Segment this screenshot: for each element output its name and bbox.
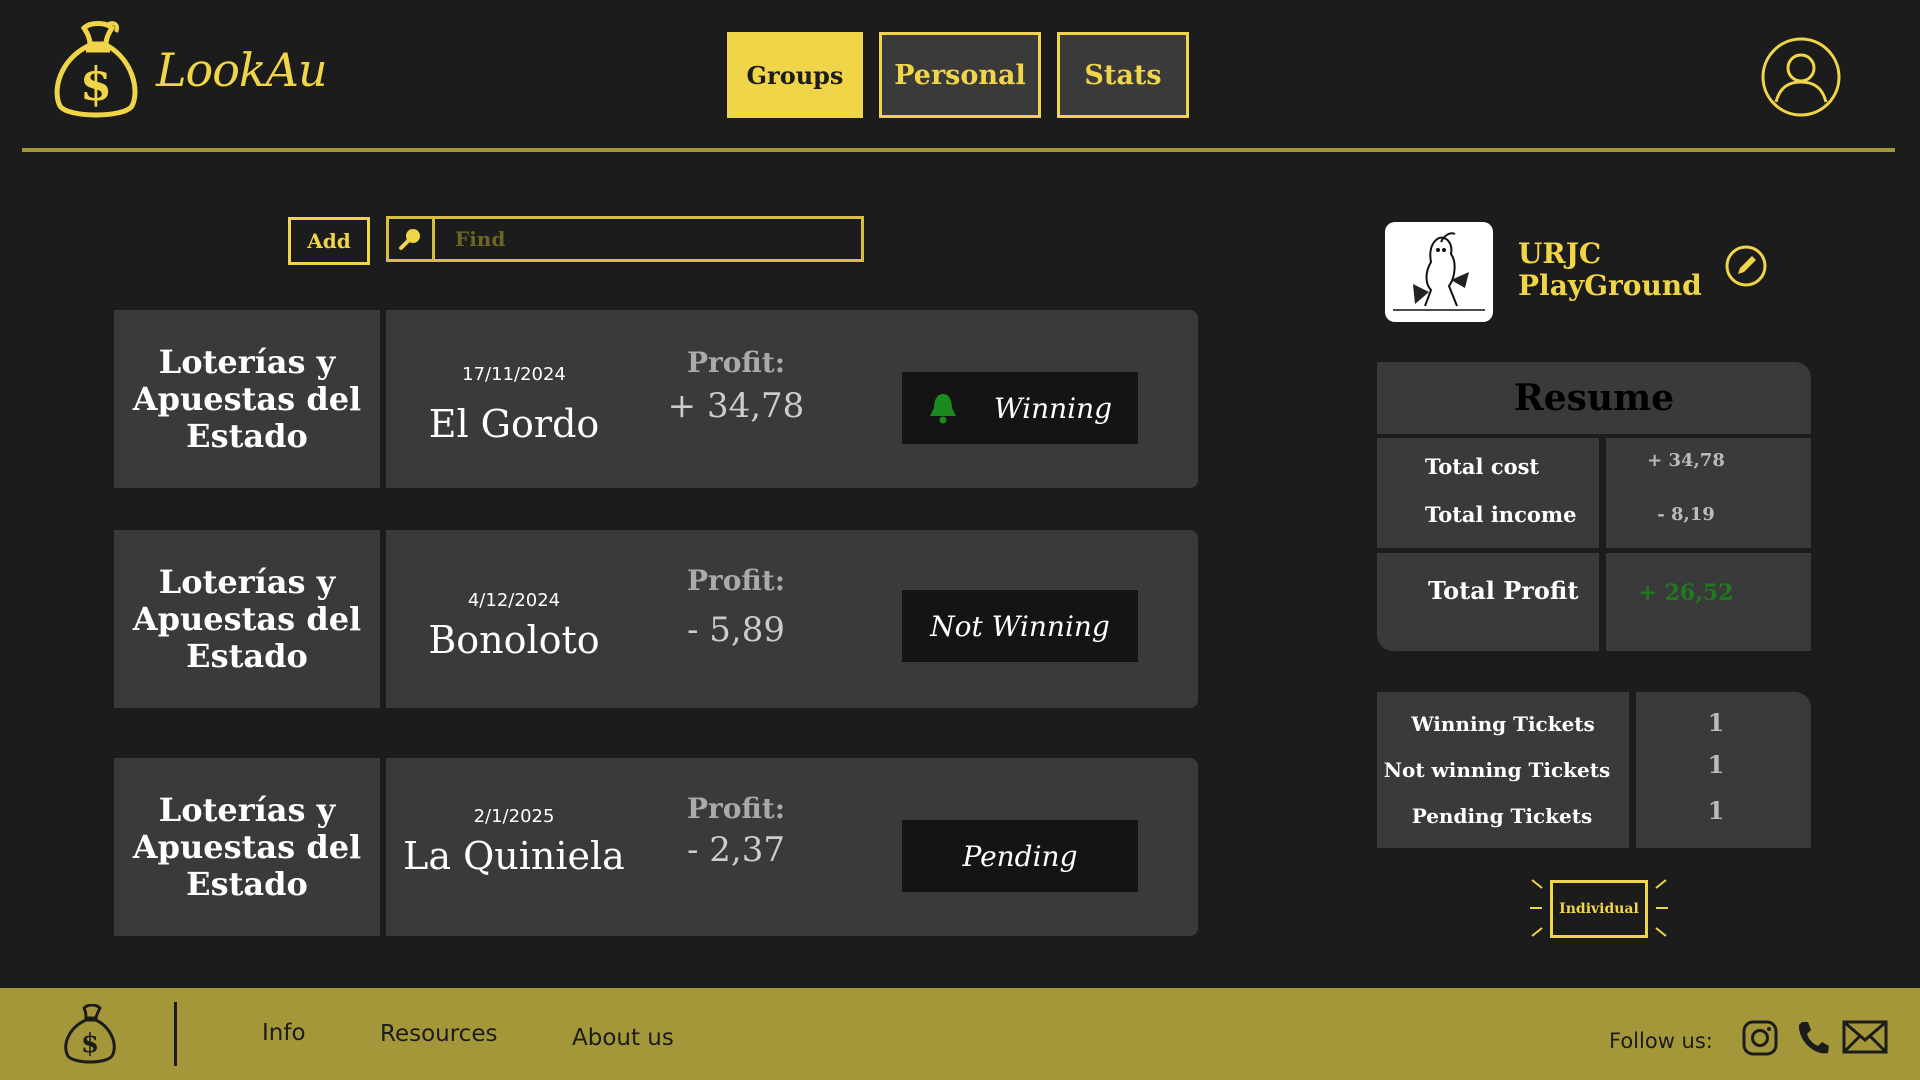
money-bag-icon: $ [54,21,138,118]
ticket-name: Bonoloto [428,618,600,662]
svg-text:$: $ [81,1029,99,1059]
brand-name: LookAu [156,43,328,97]
status-badge[interactable]: Not Winning [902,590,1138,662]
profit-value: - 5,89 [687,610,785,650]
individual-button[interactable]: Individual [1550,880,1648,938]
pending-tickets-label: Pending Tickets [1411,804,1593,828]
user-circle-icon[interactable] [1760,36,1842,118]
ticket-details: 4/12/2024 Bonoloto Profit: - 5,89 Not Wi… [386,530,1198,708]
pending-tickets-count: 1 [1707,796,1725,825]
status-label: Winning [993,391,1113,425]
search-input[interactable] [435,219,861,259]
status-label: Not Winning [930,609,1110,643]
not-winning-tickets-label: Not winning Tickets [1383,758,1611,782]
individual-button-wrap: Individual [1528,874,1670,944]
status-badge[interactable]: Pending [902,820,1138,892]
total-income-value: - 8,19 [1657,504,1715,525]
tab-personal[interactable]: Personal [879,32,1041,118]
header: $ LookAu Groups Personal Stats [0,0,1920,152]
bell-icon [929,394,956,424]
total-cost-label: Total cost [1425,454,1540,479]
tab-groups[interactable]: Groups [727,32,863,118]
not-winning-tickets-count: 1 [1707,750,1725,779]
total-profit-value: + 26,52 [1638,580,1734,606]
ticket-organization: Loterías y Apuestas del Estado [114,530,380,708]
resume-title: Resume [1377,362,1811,434]
ticket-details: 17/11/2024 El Gordo Profit: + 34,78 Winn… [386,310,1198,488]
ticket-card[interactable]: Loterías y Apuestas del Estado 4/12/2024… [114,530,1198,708]
ticket-date: 4/12/2024 [467,590,561,611]
ticket-organization: Loterías y Apuestas del Estado [114,758,380,936]
group-name: URJC PlayGround [1518,237,1702,302]
status-label: Pending [962,839,1078,873]
ticket-card[interactable]: Loterías y Apuestas del Estado 2/1/2025 … [114,758,1198,936]
instagram-icon[interactable] [1742,1020,1778,1056]
ticket-name: La Quiniela [403,834,625,878]
profit-value: + 34,78 [667,386,805,426]
total-cost-value: + 34,78 [1647,450,1725,471]
footer-link-resources[interactable]: Resources [380,1021,497,1047]
winning-tickets-count: 1 [1707,708,1725,737]
mail-icon[interactable] [1842,1020,1888,1054]
header-divider [22,148,1895,152]
pencil-icon[interactable] [1724,244,1768,288]
ghost-drawing-icon [1393,232,1485,311]
money-bag-icon[interactable]: $ [62,1004,118,1064]
profit-label: Profit: [686,346,786,379]
footer-divider [174,1002,177,1066]
ticket-organization: Loterías y Apuestas del Estado [114,310,380,488]
footer-link-info[interactable]: Info [262,1020,306,1046]
search-bar [386,216,864,262]
ticket-card[interactable]: Loterías y Apuestas del Estado 17/11/202… [114,310,1198,488]
total-profit-label: Total Profit [1428,576,1579,605]
ticket-date: 2/1/2025 [473,806,555,827]
winning-tickets-label: Winning Tickets [1411,712,1595,736]
ticket-date: 17/11/2024 [462,364,566,385]
profit-label: Profit: [686,792,786,825]
logo[interactable]: $ LookAu [50,20,328,120]
profit-label: Profit: [686,564,786,597]
ticket-name: El Gordo [428,402,600,446]
footer-link-about-us[interactable]: About us [572,1025,674,1051]
group-avatar [1385,222,1493,322]
main-nav: Groups Personal Stats [727,32,1189,118]
svg-text:$: $ [80,57,112,111]
phone-icon[interactable] [1796,1020,1830,1056]
follow-us-label: Follow us: [1609,1029,1713,1053]
footer: $ Info Resources About us Follow us: [0,988,1920,1080]
profit-value: - 2,37 [687,830,785,870]
status-badge[interactable]: Winning [902,372,1138,444]
total-income-label: Total income [1425,502,1577,527]
magnifier-icon[interactable] [389,219,435,259]
tab-stats[interactable]: Stats [1057,32,1189,118]
add-button[interactable]: Add [288,217,370,265]
ticket-details: 2/1/2025 La Quiniela Profit: - 2,37 Pend… [386,758,1198,936]
